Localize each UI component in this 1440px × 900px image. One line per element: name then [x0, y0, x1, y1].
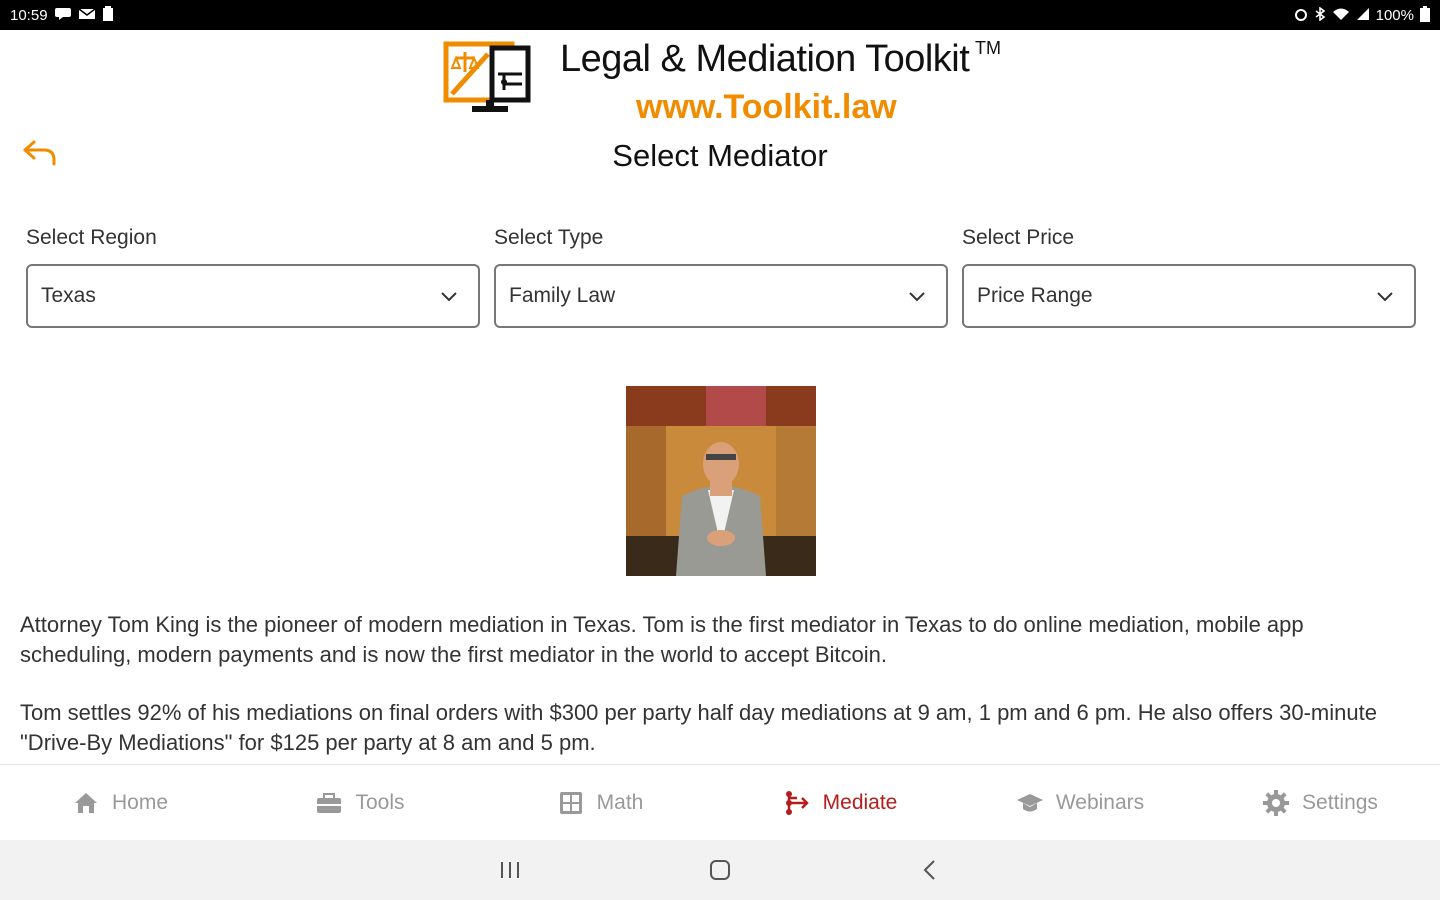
tab-webinars[interactable]: Webinars	[960, 765, 1200, 840]
mail-icon	[78, 7, 96, 24]
bluetooth-icon	[1314, 5, 1326, 24]
system-nav-bar	[0, 840, 1440, 900]
price-label: Select Price	[962, 226, 1075, 249]
region-label: Select Region	[26, 226, 157, 249]
app-title: Legal & Mediation Toolkit	[560, 38, 970, 80]
status-left: 10:59	[10, 5, 114, 25]
app-url[interactable]: www.Toolkit.law	[636, 88, 897, 127]
message-icon	[54, 7, 72, 24]
tab-home[interactable]: Home	[0, 765, 240, 840]
mediator-photo	[626, 386, 816, 576]
status-bar: 10:59 100%	[0, 0, 1440, 30]
region-select[interactable]: Texas	[26, 264, 480, 328]
mediator-bio: Attorney Tom King is the pioneer of mode…	[20, 610, 1420, 758]
tab-math[interactable]: Math	[480, 765, 720, 840]
status-time: 10:59	[10, 6, 48, 24]
chevron-down-icon	[441, 292, 457, 302]
type-label: Select Type	[494, 226, 604, 249]
price-value: Price Range	[977, 284, 1093, 307]
back-chevron-icon	[923, 860, 935, 880]
tab-mediate[interactable]: Mediate	[720, 765, 960, 840]
wifi-icon	[1332, 7, 1350, 24]
signal-icon	[1356, 7, 1370, 24]
recent-apps-icon	[501, 862, 519, 878]
page-title: Select Mediator	[612, 138, 828, 173]
bottom-tab-bar: Home Tools Math Mediate Webinars Setting…	[0, 764, 1440, 840]
battery-icon	[1420, 5, 1430, 25]
toolbox-icon	[317, 792, 342, 813]
tab-label: Home	[111, 790, 169, 814]
filter-price: Select Price Price Range	[962, 224, 1416, 328]
home-nav-button[interactable]	[700, 850, 740, 890]
battery-percent: 100%	[1375, 6, 1414, 24]
gear-icon	[1263, 789, 1290, 816]
home-icon	[74, 792, 97, 813]
toolkit-logo-icon	[442, 40, 534, 120]
tab-settings[interactable]: Settings	[1200, 765, 1440, 840]
status-right: 100%	[1294, 5, 1430, 25]
price-select[interactable]: Price Range	[962, 264, 1416, 328]
type-value: Family Law	[509, 284, 616, 307]
graduation-cap-icon	[1016, 793, 1043, 811]
tab-tools[interactable]: Tools	[240, 765, 480, 840]
tab-label: Mediate	[822, 790, 898, 814]
bio-paragraph: Attorney Tom King is the pioneer of mode…	[20, 612, 1304, 667]
tab-label: Tools	[355, 790, 405, 814]
tab-label: Webinars	[1055, 790, 1145, 814]
filter-type: Select Type Family Law	[494, 224, 948, 328]
chevron-down-icon	[909, 292, 925, 302]
alarm-icon	[1294, 7, 1308, 24]
home-circle-icon	[710, 860, 730, 880]
filter-region: Select Region Texas	[26, 224, 480, 328]
calculator-icon	[559, 791, 582, 814]
trademark-symbol: TM	[975, 38, 1001, 58]
back-nav-button[interactable]	[910, 850, 950, 890]
recent-apps-button[interactable]	[490, 850, 530, 890]
tab-label: Settings	[1302, 790, 1378, 814]
app-header: Legal & Mediation Toolkit TM www.Toolkit…	[0, 30, 1440, 130]
branch-icon	[785, 790, 809, 815]
bio-paragraph: Tom settles 92% of his mediations on fin…	[20, 700, 1377, 755]
filter-row: Select Region Texas Select Type Family L…	[26, 224, 1416, 328]
chevron-down-icon	[1377, 292, 1393, 302]
tab-label: Math	[596, 790, 644, 814]
region-value: Texas	[41, 284, 96, 307]
type-select[interactable]: Family Law	[494, 264, 948, 328]
clipboard-icon	[102, 5, 114, 25]
